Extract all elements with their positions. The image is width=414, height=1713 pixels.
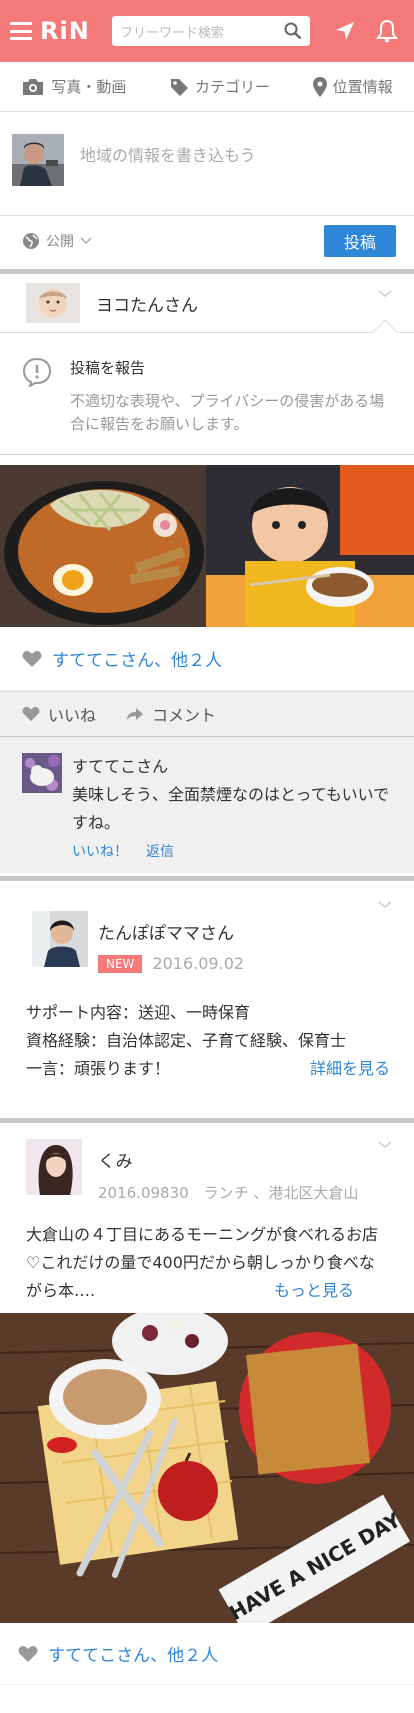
divider xyxy=(0,266,414,274)
map-pin-icon xyxy=(312,76,327,97)
report-title: 投稿を報告 xyxy=(70,359,146,377)
heart-icon xyxy=(22,706,40,722)
post-card: ヨコたんさん 投稿を報告 不適切な表現や、プライバシーの侵害がある場合に報告をお… xyxy=(0,274,414,873)
logo[interactable]: RiN xyxy=(40,17,104,45)
comment-text: 美味しそう、全面禁煙なのはとってもいいですね。 xyxy=(72,785,390,832)
chevron-up-icon[interactable] xyxy=(378,290,392,298)
menu-icon[interactable] xyxy=(10,22,32,40)
post-header: くみ 2016.09830 ランチ 、港北区大倉山 xyxy=(0,1123,414,1203)
commenter-avatar[interactable] xyxy=(22,753,62,793)
compose-footer: 公開 投稿 xyxy=(0,216,414,266)
post-user-name[interactable]: くみ xyxy=(98,1147,358,1172)
divider xyxy=(0,873,414,881)
post-card: くみ 2016.09830 ランチ 、港北区大倉山 大倉山の４丁目にあるモーニン… xyxy=(0,1123,414,1685)
search-input[interactable]: フリーワード検索 xyxy=(112,16,310,46)
report-menu[interactable]: 投稿を報告 不適切な表現や、プライバシーの侵害がある場合に報告をお願いします。 xyxy=(0,319,414,455)
report-description: 不適切な表現や、プライバシーの侵害がある場合に報告をお願いします。 xyxy=(70,392,385,433)
heart-icon xyxy=(18,1645,38,1662)
sitter-meta: NEW 2016.09.02 xyxy=(98,954,244,973)
comment-label: コメント xyxy=(152,706,217,725)
post-button[interactable]: 投稿 xyxy=(323,225,396,257)
post-user-name[interactable]: ヨコたんさん xyxy=(96,291,198,316)
tag-icon xyxy=(170,78,188,96)
post-actions: いいね コメント xyxy=(0,691,414,737)
chevron-down-icon xyxy=(80,237,92,245)
reply-arrow-icon xyxy=(127,708,144,720)
sitter-comment-row: 一言：頑張ります！ 詳細を見る xyxy=(26,1055,390,1083)
sitter-details: サポート内容：送迎、一時保育 資格経験：自治体認定、子育て経験、保育士 一言：頑… xyxy=(0,973,414,1083)
avatar[interactable] xyxy=(26,1139,82,1195)
search-placeholder: フリーワード検索 xyxy=(120,25,225,41)
compose-options: 写真・動画 カテゴリー 位置情報 xyxy=(0,62,414,112)
details-link[interactable]: 詳細を見る xyxy=(310,1055,390,1083)
comment-like-link[interactable]: いいね！ xyxy=(72,841,128,861)
app-header: RiN フリーワード検索 xyxy=(0,0,414,62)
new-badge: NEW xyxy=(98,954,143,973)
sitter-date: 2016.09.02 xyxy=(152,954,245,973)
compose-area[interactable]: 地域の情報を書き込もう xyxy=(0,112,414,216)
globe-icon xyxy=(23,233,39,249)
sitter-name[interactable]: たんぽぽママさん xyxy=(98,919,244,944)
report-icon xyxy=(22,357,52,387)
heart-icon xyxy=(22,650,42,667)
sitter-card: たんぽぽママさん NEW 2016.09.02 サポート内容：送迎、一時保育 資… xyxy=(0,881,414,1115)
chevron-down-icon[interactable] xyxy=(378,901,392,909)
sitter-comment: 一言：頑張ります！ xyxy=(26,1059,171,1078)
camera-icon xyxy=(23,78,44,95)
likes-summary[interactable]: すててこさん、他２人 xyxy=(0,1623,414,1685)
post-header: ヨコたんさん xyxy=(0,274,414,332)
likes-summary[interactable]: すててこさん、他２人 xyxy=(0,627,414,691)
post-text-block: 大倉山の４丁目にあるモーニングが食べれるお店♡これだけの量で400円だから朝しっ… xyxy=(0,1203,414,1311)
likes-text: すててこさん、他２人 xyxy=(52,651,223,671)
comment-button[interactable]: コメント xyxy=(126,702,216,726)
sitter-header: たんぽぽママさん NEW 2016.09.02 xyxy=(0,881,414,973)
likes-text: すててこさん、他２人 xyxy=(48,1646,219,1666)
like-label: いいね xyxy=(48,706,97,725)
compose-input[interactable]: 地域の情報を書き込もう xyxy=(80,134,256,166)
photo-video-label: 写真・動画 xyxy=(51,78,127,96)
my-avatar xyxy=(12,134,64,186)
comment-links: いいね！ 返信 xyxy=(72,841,400,861)
post-photo[interactable] xyxy=(0,465,414,627)
commenter-name[interactable]: すててこさん xyxy=(72,753,400,777)
divider xyxy=(0,1115,414,1123)
comment-item: すててこさん 美味しそう、全面禁煙なのはとってもいいですね。 いいね！ 返信 xyxy=(0,737,414,873)
visibility-select[interactable]: 公開 xyxy=(22,231,92,251)
category-option[interactable]: カテゴリー xyxy=(169,76,270,97)
location-arrow-icon[interactable] xyxy=(328,16,362,46)
read-more-link[interactable]: もっと見る xyxy=(267,1277,354,1305)
post-meta: 2016.09830 ランチ 、港北区大倉山 xyxy=(98,1184,359,1202)
location-option[interactable]: 位置情報 xyxy=(312,76,393,97)
search-icon[interactable] xyxy=(284,22,302,40)
visibility-label: 公開 xyxy=(46,234,74,250)
avatar[interactable] xyxy=(26,283,80,323)
like-button[interactable]: いいね xyxy=(22,702,96,726)
category-label: カテゴリー xyxy=(194,78,270,96)
bell-icon[interactable] xyxy=(370,16,404,46)
post-photo[interactable]: HAVE A NICE DAY xyxy=(0,1313,414,1623)
avatar[interactable] xyxy=(32,911,88,967)
chevron-down-icon[interactable] xyxy=(378,1141,392,1149)
photo-video-option[interactable]: 写真・動画 xyxy=(21,76,126,97)
sitter-qualifications: 資格経験：自治体認定、子育て経験、保育士 xyxy=(26,1031,347,1050)
location-label: 位置情報 xyxy=(332,78,393,96)
comment-reply-link[interactable]: 返信 xyxy=(146,841,174,861)
sitter-support: サポート内容：送迎、一時保育 xyxy=(26,1003,251,1022)
